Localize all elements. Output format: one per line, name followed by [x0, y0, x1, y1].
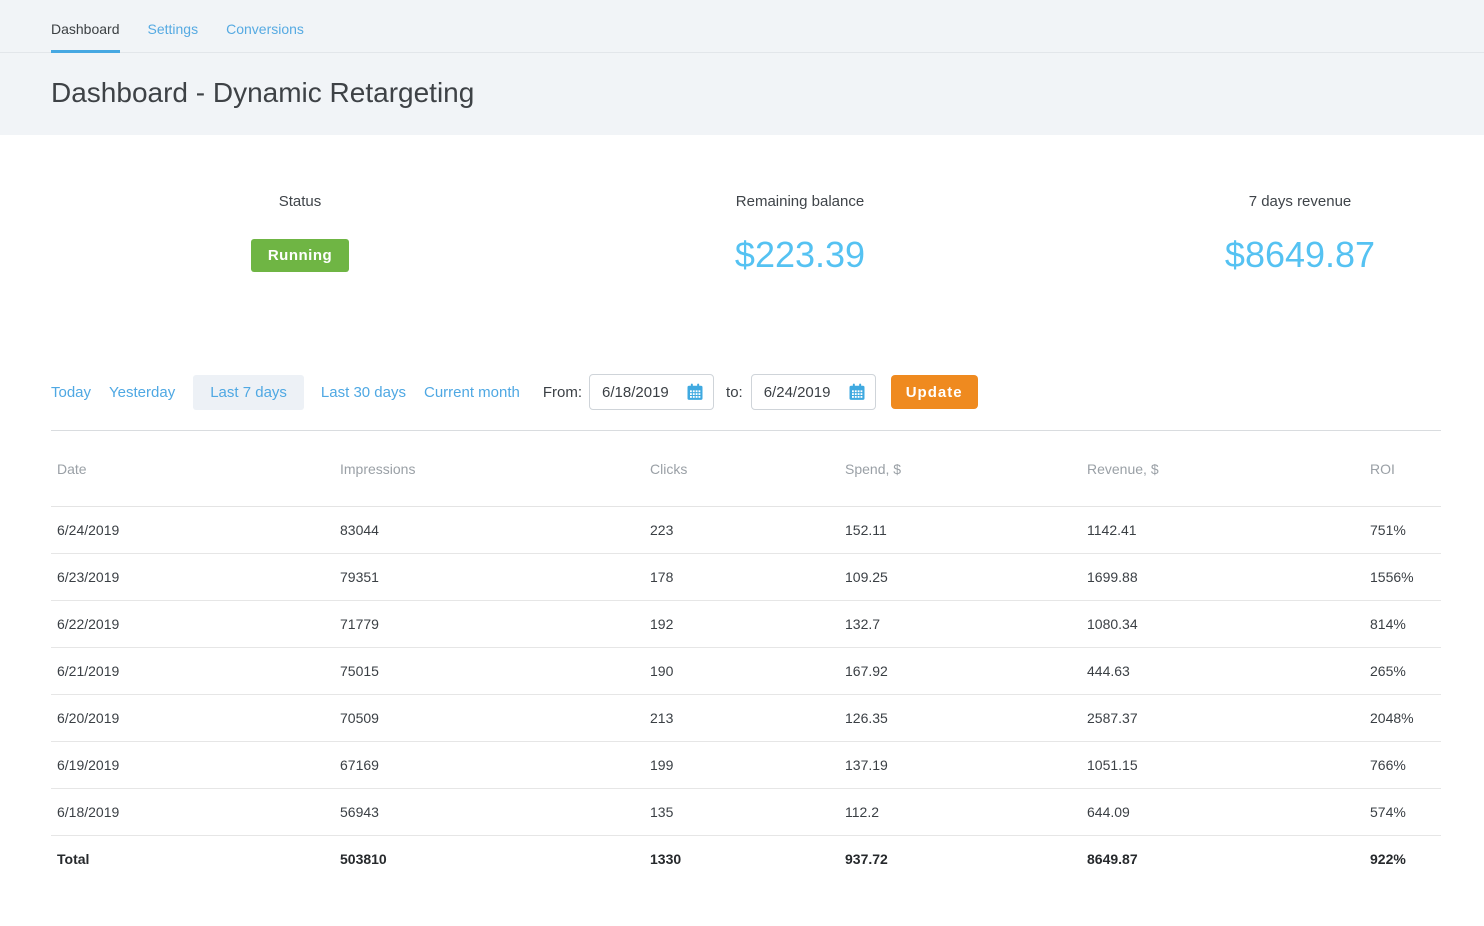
to-label: to: [726, 384, 743, 401]
cell-date: 6/18/2019 [51, 789, 334, 836]
cell-roi: 751% [1364, 507, 1441, 554]
update-button[interactable]: Update [891, 375, 978, 409]
date-from-field [589, 374, 714, 410]
from-label: From: [543, 384, 582, 401]
cell-spend: 137.19 [839, 742, 1081, 789]
table-row: 6/20/2019 70509 213 126.35 2587.37 2048% [51, 695, 1441, 742]
cell-date: 6/19/2019 [51, 742, 334, 789]
table-row: 6/18/2019 56943 135 112.2 644.09 574% [51, 789, 1441, 836]
cell-date: 6/20/2019 [51, 695, 334, 742]
col-header-clicks: Clicks [644, 431, 839, 507]
table-row: 6/22/2019 71779 192 132.7 1080.34 814% [51, 601, 1441, 648]
cell-impressions: 83044 [334, 507, 644, 554]
cell-spend: 126.35 [839, 695, 1081, 742]
table-header-row: Date Impressions Clicks Spend, $ Revenue… [51, 431, 1441, 507]
stat-balance: Remaining balance $223.39 [550, 193, 1050, 276]
table-row: 6/19/2019 67169 199 137.19 1051.15 766% [51, 742, 1441, 789]
cell-spend: 112.2 [839, 789, 1081, 836]
cell-spend: 167.92 [839, 648, 1081, 695]
table-total-row: Total 503810 1330 937.72 8649.87 922% [51, 836, 1441, 883]
balance-label: Remaining balance [550, 193, 1050, 210]
preset-current-month[interactable]: Current month [424, 384, 520, 401]
cell-impressions: 56943 [334, 789, 644, 836]
balance-value: $223.39 [735, 234, 865, 276]
tab-settings[interactable]: Settings [148, 21, 199, 52]
tab-dashboard[interactable]: Dashboard [51, 21, 120, 52]
total-label: Total [51, 836, 334, 883]
date-from-input[interactable] [602, 384, 685, 401]
status-label: Status [50, 193, 550, 210]
cell-revenue: 1699.88 [1081, 554, 1364, 601]
table-row: 6/23/2019 79351 178 109.25 1699.88 1556% [51, 554, 1441, 601]
cell-roi: 1556% [1364, 554, 1441, 601]
date-to-input[interactable] [764, 384, 847, 401]
cell-spend: 152.11 [839, 507, 1081, 554]
revenue-value: $8649.87 [1225, 234, 1375, 276]
cell-impressions: 70509 [334, 695, 644, 742]
total-clicks: 1330 [644, 836, 839, 883]
revenue-label: 7 days revenue [1050, 193, 1484, 210]
preset-today[interactable]: Today [51, 384, 91, 401]
cell-impressions: 75015 [334, 648, 644, 695]
tab-bar: Dashboard Settings Conversions [0, 0, 1484, 53]
stat-status: Status Running [50, 193, 550, 276]
cell-roi: 2048% [1364, 695, 1441, 742]
cell-date: 6/23/2019 [51, 554, 334, 601]
col-header-spend: Spend, $ [839, 431, 1081, 507]
filter-bar: Today Yesterday Last 7 days Last 30 days… [51, 374, 1484, 410]
cell-revenue: 1080.34 [1081, 601, 1364, 648]
total-revenue: 8649.87 [1081, 836, 1364, 883]
cell-revenue: 644.09 [1081, 789, 1364, 836]
total-spend: 937.72 [839, 836, 1081, 883]
cell-revenue: 2587.37 [1081, 695, 1364, 742]
cell-date: 6/22/2019 [51, 601, 334, 648]
cell-date: 6/24/2019 [51, 507, 334, 554]
cell-impressions: 67169 [334, 742, 644, 789]
table-row: 6/21/2019 75015 190 167.92 444.63 265% [51, 648, 1441, 695]
preset-yesterday[interactable]: Yesterday [109, 384, 175, 401]
cell-revenue: 1142.41 [1081, 507, 1364, 554]
stats-row: Status Running Remaining balance $223.39… [50, 193, 1484, 276]
calendar-icon[interactable] [685, 382, 705, 402]
stat-revenue: 7 days revenue $8649.87 [1050, 193, 1484, 276]
cell-roi: 265% [1364, 648, 1441, 695]
col-header-date: Date [51, 431, 334, 507]
cell-roi: 814% [1364, 601, 1441, 648]
col-header-impressions: Impressions [334, 431, 644, 507]
cell-revenue: 444.63 [1081, 648, 1364, 695]
preset-last-30-days[interactable]: Last 30 days [321, 384, 406, 401]
cell-roi: 766% [1364, 742, 1441, 789]
preset-last-7-days[interactable]: Last 7 days [193, 375, 304, 410]
cell-clicks: 190 [644, 648, 839, 695]
date-to-field [751, 374, 876, 410]
cell-clicks: 223 [644, 507, 839, 554]
cell-impressions: 71779 [334, 601, 644, 648]
table-row: 6/24/2019 83044 223 152.11 1142.41 751% [51, 507, 1441, 554]
cell-clicks: 135 [644, 789, 839, 836]
stats-table: Date Impressions Clicks Spend, $ Revenue… [51, 430, 1441, 883]
col-header-revenue: Revenue, $ [1081, 431, 1364, 507]
cell-clicks: 192 [644, 601, 839, 648]
cell-spend: 109.25 [839, 554, 1081, 601]
total-impressions: 503810 [334, 836, 644, 883]
cell-clicks: 213 [644, 695, 839, 742]
cell-roi: 574% [1364, 789, 1441, 836]
cell-clicks: 199 [644, 742, 839, 789]
status-badge: Running [251, 239, 349, 272]
cell-clicks: 178 [644, 554, 839, 601]
calendar-icon[interactable] [847, 382, 867, 402]
cell-impressions: 79351 [334, 554, 644, 601]
cell-revenue: 1051.15 [1081, 742, 1364, 789]
page-header: Dashboard Settings Conversions Dashboard… [0, 0, 1484, 135]
cell-spend: 132.7 [839, 601, 1081, 648]
page-title: Dashboard - Dynamic Retargeting [0, 53, 1484, 108]
col-header-roi: ROI [1364, 431, 1441, 507]
tab-conversions[interactable]: Conversions [226, 21, 304, 52]
total-roi: 922% [1364, 836, 1441, 883]
cell-date: 6/21/2019 [51, 648, 334, 695]
